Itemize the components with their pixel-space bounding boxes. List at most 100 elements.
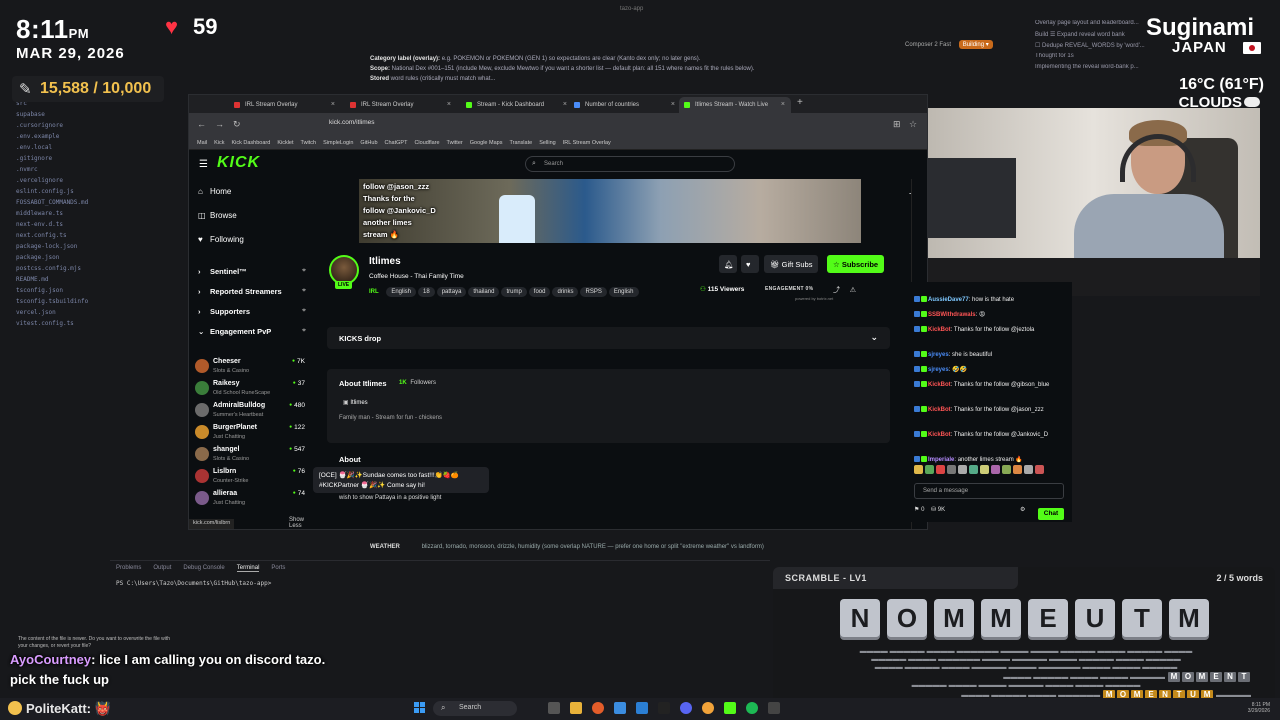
gift-subs-button[interactable]: 🎁︎ Gift Subs — [764, 255, 819, 273]
bookmark-item[interactable]: GitHub — [360, 140, 377, 146]
panel-tab-ports[interactable]: Ports — [271, 565, 285, 571]
browser-tab[interactable]: Number of countries × — [569, 97, 681, 113]
file-item[interactable]: next-env.d.ts — [0, 221, 110, 232]
edge-icon[interactable] — [614, 702, 626, 714]
letter-tile[interactable]: M — [981, 599, 1021, 637]
chat-username[interactable]: KickBot — [928, 327, 951, 333]
chat-username[interactable]: sjreyes — [928, 367, 949, 373]
close-tab-icon[interactable]: × — [671, 101, 675, 108]
emote-icon[interactable] — [925, 465, 934, 474]
cursor-icon[interactable] — [658, 702, 670, 714]
bookmark-item[interactable]: Translate — [509, 140, 532, 146]
kicks-icon[interactable]: ⚑ — [914, 507, 919, 513]
notification-bell-icon[interactable]: 🔔︎ — [719, 255, 737, 273]
emote-icon[interactable] — [914, 465, 923, 474]
browser-tab[interactable]: Itlimes Stream - Watch Live × — [679, 97, 791, 113]
file-item[interactable]: eslint.config.js — [0, 188, 110, 199]
chat-username[interactable]: sjreyes — [928, 352, 949, 358]
spotify-icon[interactable] — [746, 702, 758, 714]
chat-username[interactable]: AussieDave77 — [928, 297, 969, 303]
close-tab-icon[interactable]: × — [563, 101, 567, 108]
file-item[interactable]: .vercelignore — [0, 177, 110, 188]
bookmark-star-icon[interactable]: ☆ — [909, 119, 917, 130]
windows-start-icon[interactable] — [414, 702, 426, 714]
nav-home[interactable]: ⌂ Home — [198, 187, 231, 196]
emote-bar[interactable] — [914, 465, 1068, 476]
bookmark-item[interactable]: Kick — [214, 140, 224, 146]
file-item[interactable]: .nvmrc — [0, 166, 110, 177]
obs-icon[interactable] — [768, 702, 780, 714]
chat-username[interactable]: SSBWithdrawals — [928, 312, 976, 318]
bookmark-item[interactable]: Google Maps — [470, 140, 503, 146]
new-tab-button[interactable]: + — [797, 97, 803, 108]
file-item[interactable]: .gitignore — [0, 155, 110, 166]
letter-tile[interactable]: M — [1169, 599, 1209, 637]
share-icon[interactable]: ⤴ — [833, 287, 840, 294]
browser-tab[interactable]: Stream - Kick Dashboard × — [461, 97, 573, 113]
emote-icon[interactable] — [1002, 465, 1011, 474]
emote-icon[interactable] — [969, 465, 978, 474]
emote-icon[interactable] — [936, 465, 945, 474]
chat-username[interactable]: KickBot — [928, 432, 951, 438]
file-item[interactable]: .env.local — [0, 144, 110, 155]
reload-icon[interactable]: ↻ — [233, 119, 241, 130]
file-item[interactable]: postcss.config.mjs — [0, 265, 110, 276]
bookmark-item[interactable]: Twitch — [301, 140, 317, 146]
bookmark-item[interactable]: SimpleLogin — [323, 140, 353, 146]
kick-logo[interactable]: KICK — [217, 154, 260, 172]
file-item[interactable]: FOSSABOT_COMMANDS.md — [0, 199, 110, 210]
back-icon[interactable]: ← — [197, 119, 206, 129]
sidebar-section[interactable]: ⌄ Engagement PvP ⌖ — [198, 327, 306, 336]
chat-username[interactable]: KickBot — [928, 382, 951, 388]
chat-settings-icon[interactable]: ⚙ — [1020, 506, 1025, 513]
emote-icon[interactable] — [958, 465, 967, 474]
chat-username[interactable]: Imperiale — [928, 457, 954, 463]
file-changed-notification[interactable]: The content of the file is newer. Do you… — [18, 636, 176, 650]
panel-tab-problems[interactable]: Problems — [116, 565, 141, 571]
show-less-button[interactable]: Show Less — [289, 517, 309, 529]
pin-icon[interactable]: ⌖ — [302, 327, 306, 335]
system-clock[interactable]: 8:11 PM 3/29/2026 — [1160, 702, 1270, 714]
bookmark-item[interactable]: Kick Dashboard — [231, 140, 270, 146]
task-view-icon[interactable] — [548, 702, 560, 714]
file-item[interactable]: package.json — [0, 254, 110, 265]
close-tab-icon[interactable]: × — [331, 101, 335, 108]
letter-tile[interactable]: N — [840, 599, 880, 637]
followed-channel[interactable]: Lislbrn Counter-Strike 76 — [195, 467, 307, 489]
bookmark-item[interactable]: Kicklet — [277, 140, 293, 146]
hamburger-menu-icon[interactable]: ☰ — [199, 159, 208, 170]
letter-tile[interactable]: T — [1122, 599, 1162, 637]
file-item[interactable]: package-lock.json — [0, 243, 110, 254]
followed-channel[interactable]: Raikesy Old School RuneScape 37 — [195, 379, 307, 401]
letter-tile[interactable]: O — [887, 599, 927, 637]
bookmark-item[interactable]: Twitter — [447, 140, 463, 146]
discord-icon[interactable] — [680, 702, 692, 714]
file-item[interactable]: .cursorignore — [0, 122, 110, 133]
chat-send-button[interactable]: Chat — [1038, 508, 1064, 520]
kicks-drop-panel[interactable]: KICKS drop ⌄ — [327, 327, 890, 349]
terminal-prompt[interactable]: PS C:\Users\Tazo\Documents\GitHub\tazo-a… — [116, 580, 764, 587]
extensions-icon[interactable]: ⊞ — [893, 119, 901, 130]
subscribe-button[interactable]: ☆ Subscribe — [827, 255, 885, 273]
kick-app-icon[interactable] — [724, 702, 736, 714]
file-item[interactable]: next.config.ts — [0, 232, 110, 243]
sidebar-section[interactable]: › Supporters ⌖ — [198, 307, 306, 316]
stream-tag[interactable]: RSPS — [580, 287, 607, 297]
stream-video-player[interactable]: follow @jason_zzz Thanks for the follow @J… — [359, 179, 861, 243]
stream-tag[interactable]: 18 — [418, 287, 435, 297]
bookmark-item[interactable]: ChatGPT — [385, 140, 408, 146]
panel-tab-debug-console[interactable]: Debug Console — [183, 565, 224, 571]
kick-search-input[interactable]: ⌕ Search — [525, 156, 735, 172]
stream-tag[interactable]: English — [608, 287, 639, 297]
bookmark-item[interactable]: IRL Stream Overlay — [563, 140, 611, 146]
close-tab-icon[interactable]: × — [781, 101, 785, 108]
followed-channel[interactable]: allieraa Just Chatting 74 — [195, 489, 307, 511]
file-item[interactable]: vitest.config.ts — [0, 320, 110, 331]
panel-tab-terminal[interactable]: Terminal — [236, 565, 260, 572]
nav-following[interactable]: ♥ Following — [198, 235, 244, 244]
emote-icon[interactable] — [1013, 465, 1022, 474]
stream-tag[interactable]: trump — [501, 287, 527, 297]
letter-tile[interactable]: M — [934, 599, 974, 637]
emote-icon[interactable] — [1035, 465, 1044, 474]
followed-channel[interactable]: Cheeser Slots & Casino 7K — [195, 357, 307, 379]
